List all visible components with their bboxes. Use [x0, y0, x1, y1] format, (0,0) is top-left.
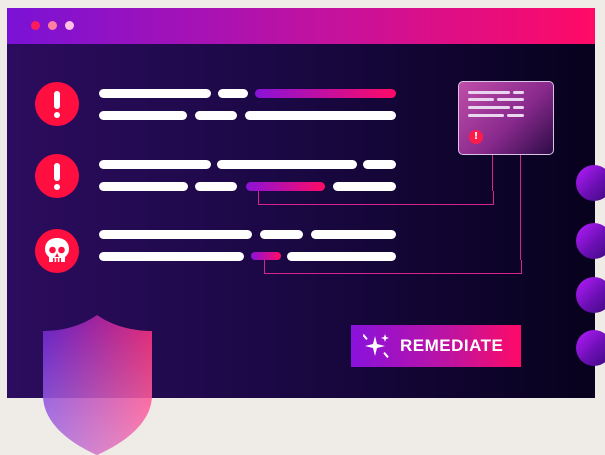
text-placeholder-bar: [260, 230, 303, 239]
remediate-button[interactable]: REMEDIATE: [351, 325, 521, 367]
text-placeholder-bar: [99, 230, 252, 239]
highlighted-text-bar: [255, 89, 396, 98]
text-placeholder-bar: [333, 182, 396, 191]
connector-line: [258, 191, 494, 205]
remediate-button-label: REMEDIATE: [400, 336, 504, 355]
shield-icon: [43, 315, 152, 455]
close-window-dot[interactable]: [31, 21, 40, 30]
text-placeholder-bar: [99, 160, 211, 169]
decorative-circle: [576, 277, 605, 313]
title-bar: [7, 8, 595, 44]
text-placeholder-bar: [245, 111, 396, 120]
text-placeholder-bar: [311, 230, 396, 239]
text-placeholder-bar: [99, 111, 187, 120]
highlighted-text-bar: [251, 252, 281, 260]
text-placeholder-bar: [195, 182, 237, 191]
text-placeholder-bar: [99, 182, 188, 191]
connector-line: [264, 260, 522, 274]
connector-line: [492, 153, 493, 191]
skull-icon: [35, 229, 79, 273]
issue-detail-popup[interactable]: !: [458, 81, 554, 155]
text-placeholder-bar: [99, 89, 211, 98]
text-placeholder-bar: [218, 89, 248, 98]
decorative-circle: [576, 165, 605, 201]
text-placeholder-bar: [217, 160, 357, 169]
text-placeholder-bar: [99, 252, 244, 261]
decorative-circle: [576, 223, 605, 259]
warning-icon: !: [469, 130, 483, 144]
text-placeholder-bar: [195, 111, 237, 120]
text-placeholder-bar: [363, 160, 396, 169]
highlighted-text-bar: [246, 182, 325, 191]
minimize-window-dot[interactable]: [48, 21, 57, 30]
maximize-window-dot[interactable]: [65, 21, 74, 30]
sparkle-icon: [363, 334, 389, 358]
exclamation-icon: [35, 154, 79, 198]
exclamation-icon: [35, 82, 79, 126]
connector-line: [520, 153, 521, 260]
decorative-circle: [576, 330, 605, 366]
